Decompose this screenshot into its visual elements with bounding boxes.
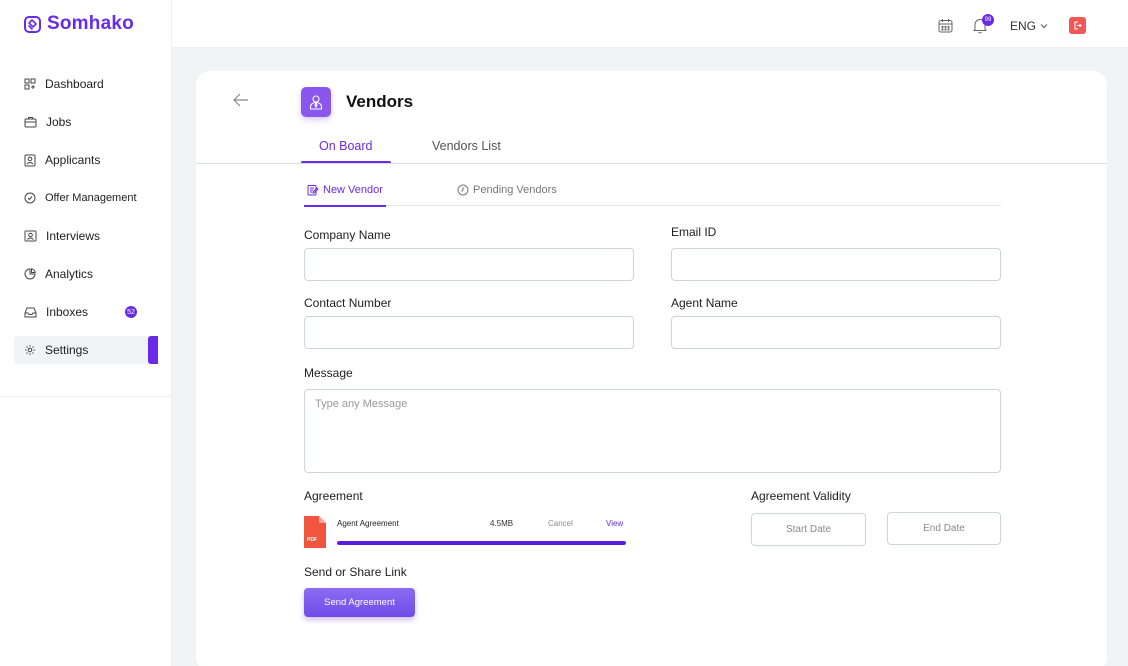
logo-icon — [24, 15, 41, 33]
upload-progress-bar — [337, 541, 626, 545]
pdf-file-icon: PDF — [304, 516, 326, 548]
clock-icon — [457, 184, 469, 196]
interviews-icon — [24, 230, 37, 242]
file-cancel-link[interactable]: Cancel — [548, 519, 573, 528]
back-arrow-icon[interactable] — [233, 93, 249, 107]
contact-number-input[interactable] — [304, 316, 634, 349]
end-date-picker[interactable]: End Date — [887, 512, 1001, 545]
email-input[interactable] — [671, 248, 1001, 281]
sidebar: Somhako Dashboard Jobs Applicants Offer … — [0, 0, 172, 666]
logout-button[interactable] — [1069, 17, 1086, 34]
vendors-card: Vendors On Board Vendors List New Vendor… — [196, 71, 1107, 666]
brand-name: Somhako — [47, 13, 134, 34]
company-name-input[interactable] — [304, 248, 634, 281]
analytics-icon — [24, 268, 36, 280]
sidebar-item-applicants[interactable]: Applicants — [14, 146, 158, 174]
agreement-label: Agreement — [304, 489, 363, 503]
language-label: ENG — [1010, 19, 1037, 33]
sidebar-item-label: Jobs — [46, 115, 72, 129]
dashboard-icon — [24, 78, 36, 90]
brand-logo[interactable]: Somhako — [24, 13, 134, 35]
applicants-icon — [24, 154, 36, 166]
subtab-new-vendor[interactable]: New Vendor — [307, 184, 383, 196]
vendor-icon — [309, 95, 323, 110]
chevron-down-icon — [1040, 24, 1048, 29]
inbox-icon — [24, 307, 37, 318]
subtab-pending-vendors[interactable]: Pending Vendors — [457, 184, 557, 196]
file-view-link[interactable]: View — [606, 519, 623, 528]
subtab-label: Pending Vendors — [473, 184, 557, 196]
sidebar-item-label: Dashboard — [45, 77, 104, 91]
agreement-validity-label: Agreement Validity — [751, 489, 851, 503]
sidebar-item-label: Settings — [45, 343, 89, 357]
tab-vendors-list[interactable]: Vendors List — [432, 139, 501, 153]
subtab-active-underline — [304, 205, 386, 207]
company-name-label: Company Name — [304, 228, 391, 242]
tabs-divider — [196, 163, 1107, 164]
pdf-type-label: PDF — [307, 537, 317, 543]
sidebar-nav: Dashboard Jobs Applicants Offer Manageme… — [14, 70, 158, 374]
file-size: 4.5MB — [490, 519, 514, 528]
tab-on-board[interactable]: On Board — [319, 139, 373, 153]
subtabs-divider — [304, 205, 1001, 206]
sidebar-item-settings[interactable]: Settings — [14, 336, 158, 364]
email-label: Email ID — [671, 225, 717, 239]
notification-badge: 99 — [982, 14, 994, 26]
message-textarea[interactable] — [304, 389, 1001, 473]
sidebar-item-label: Offer Management — [45, 192, 137, 204]
subtab-label: New Vendor — [323, 184, 383, 196]
upload-progress-fill — [337, 541, 626, 545]
sidebar-divider — [0, 396, 171, 397]
sidebar-item-label: Applicants — [45, 153, 101, 167]
sidebar-item-label: Inboxes — [46, 305, 89, 319]
send-agreement-button[interactable]: Send Agreement — [304, 588, 415, 617]
send-share-label: Send or Share Link — [304, 565, 407, 579]
language-select[interactable]: ENG — [1010, 19, 1048, 33]
contact-number-label: Contact Number — [304, 296, 392, 310]
active-indicator — [148, 336, 158, 364]
start-date-picker[interactable]: Start Date — [751, 513, 866, 546]
agent-name-input[interactable] — [671, 316, 1001, 349]
page-title: Vendors — [346, 92, 414, 111]
offer-icon — [24, 192, 36, 204]
sidebar-item-offer-management[interactable]: Offer Management — [14, 184, 158, 212]
top-bar: 99 ENG — [172, 0, 1128, 48]
message-label: Message — [304, 366, 353, 380]
inbox-count-badge: 52 — [125, 306, 137, 318]
agent-name-label: Agent Name — [671, 296, 738, 310]
gear-icon — [25, 345, 35, 355]
logout-icon — [1074, 21, 1082, 30]
sidebar-item-analytics[interactable]: Analytics — [14, 260, 158, 288]
vendor-page-icon — [301, 87, 331, 117]
calendar-icon[interactable] — [938, 18, 953, 33]
edit-document-icon — [307, 185, 319, 196]
sidebar-item-inboxes[interactable]: Inboxes 52 — [14, 298, 158, 326]
sidebar-item-label: Interviews — [46, 229, 101, 243]
sidebar-item-jobs[interactable]: Jobs — [14, 108, 158, 136]
briefcase-icon — [24, 117, 37, 128]
sidebar-item-dashboard[interactable]: Dashboard — [14, 70, 158, 98]
file-name: Agent Agreement — [337, 519, 399, 528]
sidebar-item-interviews[interactable]: Interviews — [14, 222, 158, 250]
sidebar-item-label: Analytics — [45, 267, 94, 281]
